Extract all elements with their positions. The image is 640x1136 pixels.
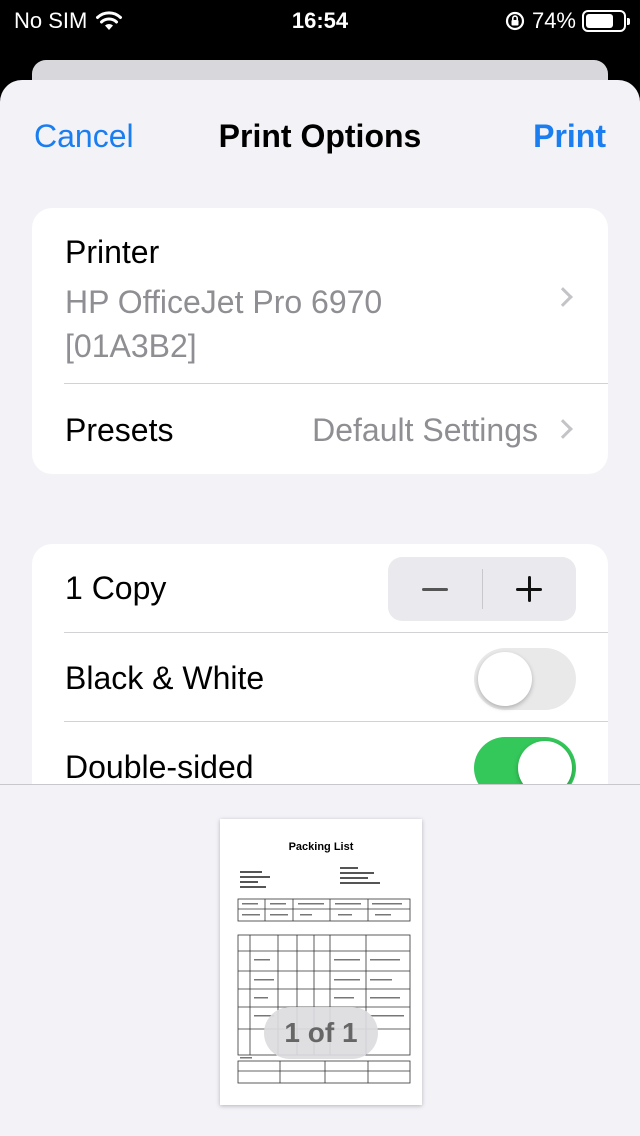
print-preview-panel: Packing List 1 of 1 bbox=[0, 784, 640, 1136]
print-options-sheet: Cancel Print Options Print Printer HP Of… bbox=[0, 80, 640, 1136]
plus-icon bbox=[516, 576, 543, 602]
black-white-toggle[interactable] bbox=[474, 648, 576, 710]
chevron-right-icon bbox=[553, 419, 573, 439]
document-content-graphic bbox=[237, 867, 411, 1084]
page-indicator: 1 of 1 bbox=[264, 1007, 378, 1059]
print-button[interactable]: Print bbox=[533, 118, 606, 155]
printer-settings-group: Printer HP OfficeJet Pro 6970 [01A3B2] P… bbox=[32, 208, 608, 474]
black-white-row: Black & White bbox=[32, 632, 608, 721]
printer-name-line2: [01A3B2] bbox=[65, 328, 197, 364]
page-preview-thumbnail[interactable]: Packing List bbox=[220, 819, 422, 1105]
copies-row: 1 Copy bbox=[32, 544, 608, 632]
black-white-label: Black & White bbox=[65, 660, 265, 696]
printer-name-line1: HP OfficeJet Pro 6970 bbox=[65, 284, 383, 320]
copies-stepper bbox=[388, 557, 576, 621]
navigation-bar: Cancel Print Options Print bbox=[0, 80, 640, 190]
presets-value: Default Settings bbox=[312, 412, 538, 448]
battery-fill bbox=[586, 14, 613, 28]
presets-row[interactable]: Presets Default Settings bbox=[32, 384, 608, 474]
printer-name: HP OfficeJet Pro 6970 [01A3B2] bbox=[65, 280, 505, 368]
status-bar: No SIM 16:54 74% bbox=[0, 0, 640, 42]
toggle-knob bbox=[478, 652, 532, 706]
battery-percent: 74% bbox=[531, 8, 576, 33]
printer-row[interactable]: Printer HP OfficeJet Pro 6970 [01A3B2] bbox=[32, 208, 608, 384]
copies-label: 1 Copy bbox=[65, 570, 167, 606]
chevron-right-icon bbox=[553, 287, 573, 307]
increment-button[interactable] bbox=[483, 557, 577, 621]
minus-icon bbox=[421, 587, 448, 591]
presets-label: Presets bbox=[65, 412, 174, 448]
decrement-button[interactable] bbox=[388, 557, 482, 621]
double-sided-label: Double-sided bbox=[65, 749, 254, 785]
printer-label: Printer bbox=[65, 234, 160, 270]
battery-group: 74% bbox=[504, 8, 630, 34]
rotation-lock-icon bbox=[505, 11, 525, 31]
battery-icon bbox=[582, 10, 630, 32]
